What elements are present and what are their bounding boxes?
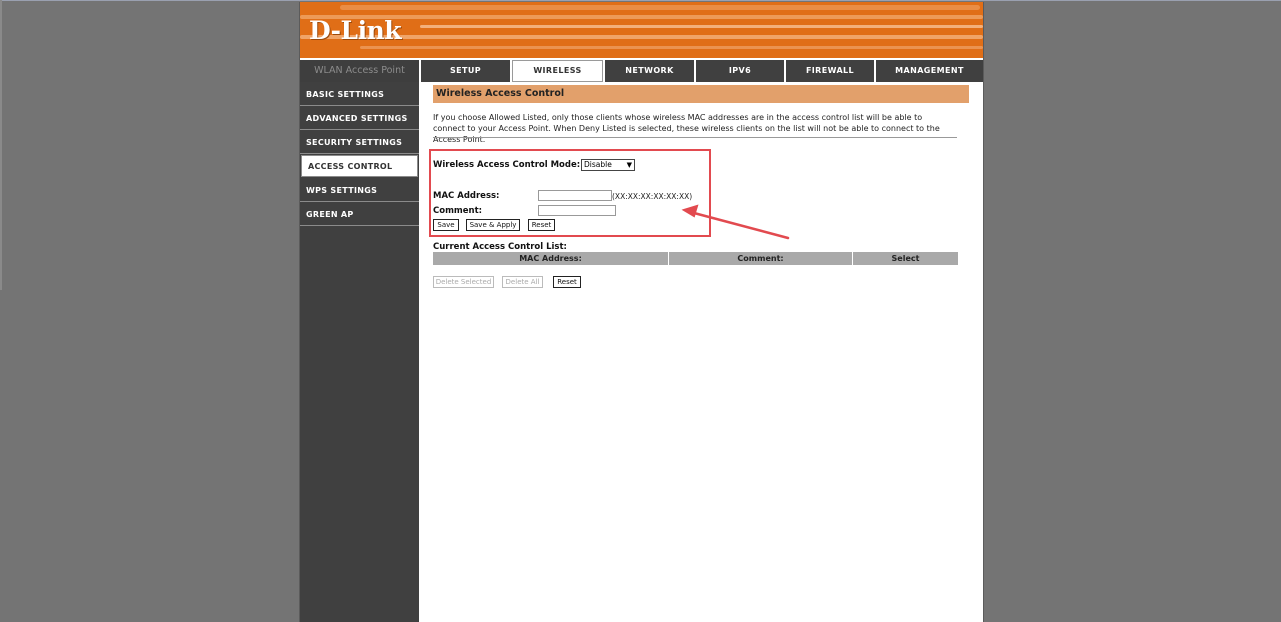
- banner-stripe: [420, 25, 983, 28]
- delete-selected-button[interactable]: Delete Selected: [433, 276, 494, 288]
- access-control-mode-select[interactable]: Disable ▼: [581, 159, 635, 171]
- header-banner: D-Link: [300, 2, 983, 58]
- tab-firewall[interactable]: FIREWALL: [786, 60, 874, 82]
- sidebar-item-advanced-settings[interactable]: ADVANCED SETTINGS: [300, 108, 419, 130]
- sidebar-item-security-settings[interactable]: SECURITY SETTINGS: [300, 132, 419, 154]
- sidebar-item-green-ap[interactable]: GREEN AP: [300, 204, 419, 226]
- screen-top-border: [0, 0, 1281, 1]
- sidebar-item-basic-settings[interactable]: BASIC SETTINGS: [300, 84, 419, 106]
- page-description: If you choose Allowed Listed, only those…: [433, 113, 940, 144]
- reset-form-button[interactable]: Reset: [528, 219, 555, 231]
- mode-select-value: Disable: [584, 160, 612, 169]
- mac-address-input[interactable]: [538, 190, 612, 201]
- product-name: WLAN Access Point: [300, 60, 419, 82]
- delete-all-button[interactable]: Delete All: [502, 276, 543, 288]
- tab-management[interactable]: MANAGEMENT: [876, 60, 983, 82]
- dlink-logo: D-Link: [309, 16, 402, 45]
- mac-address-label: MAC Address:: [433, 191, 500, 201]
- reset-list-button[interactable]: Reset: [553, 276, 581, 288]
- banner-stripe: [300, 35, 983, 39]
- banner-stripe: [340, 5, 980, 10]
- chevron-down-icon: ▼: [626, 161, 632, 169]
- top-nav: WLAN Access Point SETUP WIRELESS NETWORK…: [300, 60, 983, 82]
- save-button[interactable]: Save: [433, 219, 459, 231]
- tab-wireless[interactable]: WIRELESS: [512, 60, 603, 82]
- comment-label: Comment:: [433, 206, 483, 216]
- router-admin-page: D-Link WLAN Access Point SETUP WIRELESS …: [299, 2, 984, 622]
- column-comment: Comment:: [669, 252, 853, 265]
- mac-format-hint: (XX:XX:XX:XX:XX:XX): [612, 192, 693, 201]
- acl-title: Current Access Control List:: [433, 242, 567, 252]
- main-content: Wireless Access Control If you choose Al…: [419, 82, 983, 622]
- sidebar: BASIC SETTINGS ADVANCED SETTINGS SECURIT…: [300, 82, 419, 622]
- column-mac-address: MAC Address:: [433, 252, 669, 265]
- sidebar-item-access-control[interactable]: ACCESS CONTROL: [301, 155, 418, 177]
- sidebar-item-wps-settings[interactable]: WPS SETTINGS: [300, 180, 419, 202]
- save-apply-button[interactable]: Save & Apply: [466, 219, 520, 231]
- banner-stripe: [300, 15, 983, 19]
- tab-network[interactable]: NETWORK: [605, 60, 694, 82]
- banner-stripe: [360, 46, 983, 49]
- comment-input[interactable]: [538, 205, 616, 216]
- section-divider: [433, 137, 957, 138]
- tab-ipv6[interactable]: IPV6: [696, 60, 784, 82]
- acl-table-header: MAC Address: Comment: Select: [433, 252, 958, 265]
- column-select: Select: [891, 254, 920, 263]
- mode-label: Wireless Access Control Mode:: [433, 160, 581, 170]
- screen-left-shade: [0, 0, 2, 290]
- page-title: Wireless Access Control: [433, 85, 969, 103]
- tab-setup[interactable]: SETUP: [421, 60, 510, 82]
